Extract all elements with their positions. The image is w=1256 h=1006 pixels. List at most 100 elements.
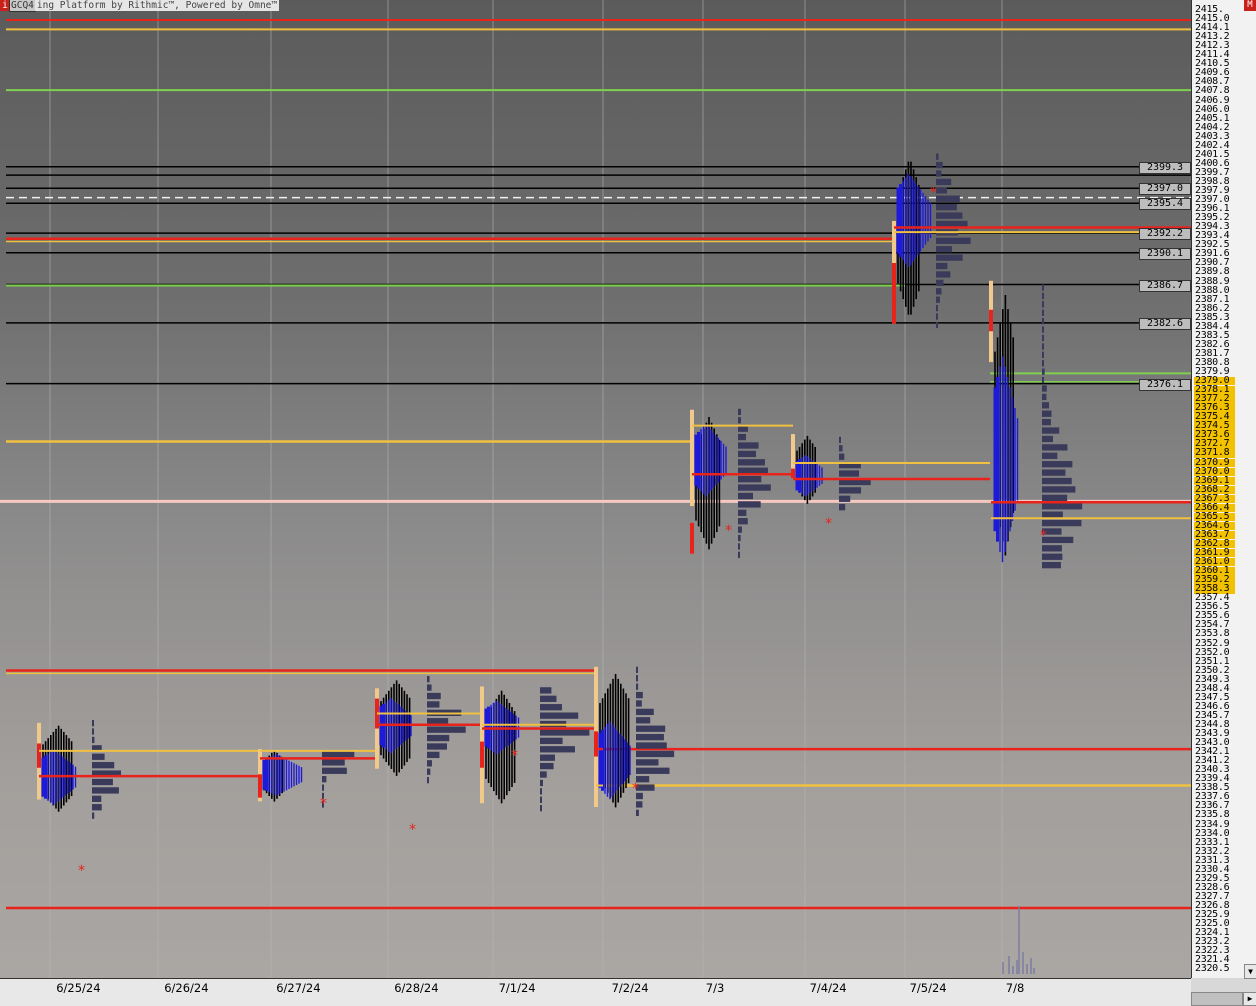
volume-bar	[936, 161, 943, 169]
volume-bar	[1042, 368, 1045, 375]
volume-bar	[92, 736, 95, 744]
date-tick-label: 6/28/24	[394, 981, 439, 995]
volume-bar	[540, 805, 542, 812]
symbol-label[interactable]: GCQ4	[9, 0, 36, 12]
volume-bar	[540, 712, 579, 719]
volume-bar	[427, 676, 430, 683]
volume-bar	[636, 725, 666, 732]
scroll-down-arrow-icon[interactable]: ▼	[1244, 964, 1256, 979]
date-axis[interactable]: 6/25/24 6/26/24 6/27/24 6/28/24 7/1/24 7/2/24…	[0, 978, 1191, 1006]
date-tick-label: 7/4/24	[809, 981, 847, 995]
volume-bar	[322, 759, 345, 766]
volume-bar	[92, 778, 113, 786]
volume-bar	[738, 476, 762, 483]
volume-bar	[936, 279, 944, 287]
volume-bar	[738, 543, 740, 550]
menu-badge[interactable]: M	[1244, 0, 1256, 11]
volume-bar	[540, 746, 575, 753]
volume-bar	[1042, 318, 1044, 325]
platform-text: ing Platform by Rithmic™, Powered by Omn…	[34, 0, 280, 11]
volume-bar	[322, 776, 327, 783]
volume-bar	[839, 504, 846, 511]
volume-bar	[540, 788, 542, 795]
price-level-label: 2376.1	[1139, 378, 1191, 391]
scroll-thumb[interactable]	[1191, 992, 1243, 1006]
volume-bar	[322, 784, 324, 791]
volume-bar	[839, 436, 841, 444]
price-tick-label: 2320.5	[1195, 963, 1230, 975]
single-print-star-icon: *	[632, 781, 639, 797]
volume-bar	[427, 684, 432, 691]
volume-bar	[1042, 511, 1063, 518]
volume-bar	[1042, 360, 1044, 367]
volume-bar	[936, 313, 938, 320]
title-bar: i GCQ4 ing Platform by Rithmic™, Powered…	[0, 0, 280, 12]
volume-bar	[427, 768, 431, 775]
volume-bar	[936, 195, 960, 202]
volume-bar	[738, 501, 761, 508]
volume-bar	[738, 526, 742, 533]
volume-bar	[92, 728, 94, 735]
volume-bar	[738, 518, 748, 525]
volume-bar	[427, 776, 429, 784]
single-print-star-icon: *	[825, 516, 832, 532]
open-range-bar	[37, 743, 41, 768]
volume-bar	[738, 534, 741, 542]
volume-bar	[92, 804, 102, 811]
volume-bar	[427, 734, 450, 742]
session-profile: *	[375, 676, 481, 838]
open-range-bar	[791, 468, 795, 479]
volume-bar	[936, 321, 938, 329]
market-profile-plot[interactable]: * * * * * * * * *	[0, 0, 1191, 978]
date-tick-label: 6/26/24	[164, 981, 209, 995]
single-print-star-icon: *	[409, 822, 416, 838]
price-level-label: 2399.3	[1139, 161, 1191, 174]
single-print-star-icon: *	[511, 748, 518, 764]
volume-bar	[540, 704, 562, 711]
open-range-bar	[690, 522, 694, 554]
volume-bar	[1042, 351, 1044, 358]
price-level-label: 2386.7	[1139, 279, 1191, 292]
open-range-bar	[480, 741, 484, 768]
scroll-right-arrow-icon[interactable]: ▶	[1243, 992, 1256, 1006]
info-icon[interactable]: i	[0, 0, 10, 11]
volume-bar	[1042, 561, 1061, 569]
volume-bar	[1042, 435, 1054, 443]
volume-bar	[427, 743, 447, 750]
volume-bar	[92, 753, 105, 760]
volume-bar	[540, 737, 563, 745]
volume-bar	[1042, 553, 1063, 560]
volume-bar	[738, 459, 765, 466]
volume-bar	[738, 509, 747, 516]
open-range-bar	[258, 774, 262, 798]
volume-bar	[936, 220, 968, 228]
volume-bar	[1042, 410, 1052, 417]
volume-bar	[1042, 477, 1072, 485]
volume-bar	[92, 795, 102, 802]
open-range-bar	[989, 309, 993, 332]
volume-bar	[1042, 343, 1044, 350]
volume-bar	[92, 787, 119, 794]
volume-bar	[1042, 427, 1060, 434]
volume-bar	[540, 779, 543, 787]
volume-bar	[738, 450, 756, 458]
volume-bar	[738, 484, 771, 491]
volume-bar	[936, 204, 957, 211]
volume-bar	[540, 729, 590, 736]
volume-bar	[1042, 402, 1050, 409]
price-axis[interactable]: 2415. 2415.0 2414.1 2413.2 2412.3 2411.4 2410.…	[1191, 0, 1256, 978]
volume-bar	[936, 288, 942, 295]
chart-area[interactable]: * * * * * * * * *	[0, 0, 1191, 978]
volume-bar	[738, 467, 768, 474]
value-area-bar	[690, 409, 694, 507]
open-range-bar	[594, 731, 598, 757]
horizontal-scrollbar[interactable]: ▶	[1191, 978, 1256, 1006]
volume-bar	[427, 760, 432, 767]
volume-bar	[1042, 393, 1047, 401]
volume-bar	[636, 742, 667, 749]
session-profile: *	[480, 686, 596, 812]
volume-bar	[636, 750, 675, 758]
session-profile: *	[258, 749, 378, 812]
volume-bar	[936, 246, 953, 253]
date-tick-label: 6/25/24	[56, 981, 101, 995]
